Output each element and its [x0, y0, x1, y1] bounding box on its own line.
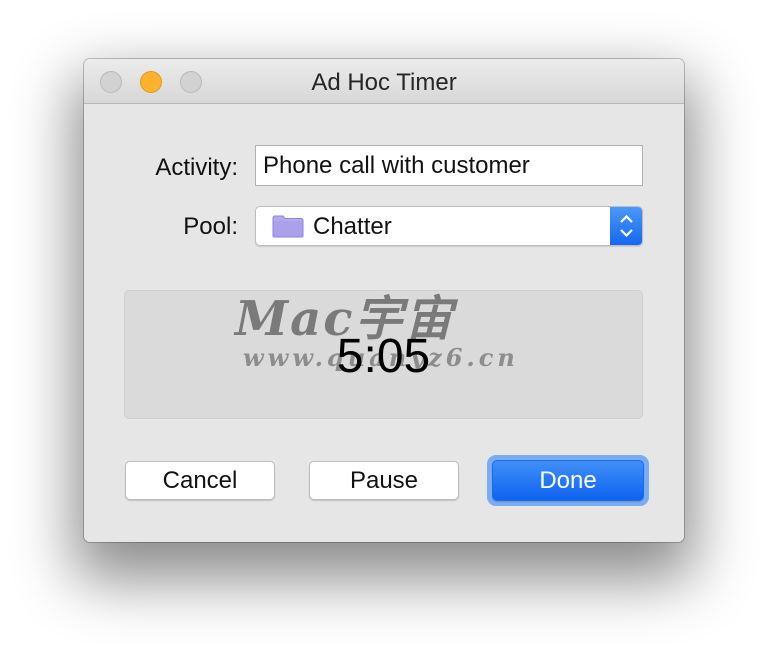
- pool-selected-value: Chatter: [313, 213, 392, 240]
- pool-popup-button[interactable]: Chatter: [255, 206, 643, 246]
- timer-display: Mac宇宙 www.quanyz6.cn 5:05: [124, 290, 643, 419]
- cancel-button[interactable]: Cancel: [125, 461, 275, 500]
- folder-icon: [272, 215, 304, 238]
- chevron-up-down-icon: [620, 214, 633, 238]
- popup-stepper[interactable]: [610, 207, 642, 245]
- activity-input[interactable]: [255, 145, 643, 186]
- pool-label: Pool:: [183, 213, 238, 240]
- done-button[interactable]: Done: [492, 460, 644, 501]
- title-bar[interactable]: Ad Hoc Timer: [84, 59, 684, 104]
- window-title: Ad Hoc Timer: [311, 69, 457, 96]
- pause-button[interactable]: Pause: [309, 461, 459, 500]
- ad-hoc-timer-window: Ad Hoc Timer Activity: Pool: Chatter Mac…: [84, 59, 684, 542]
- activity-label: Activity:: [155, 154, 238, 181]
- elapsed-time: 5:05: [336, 330, 431, 383]
